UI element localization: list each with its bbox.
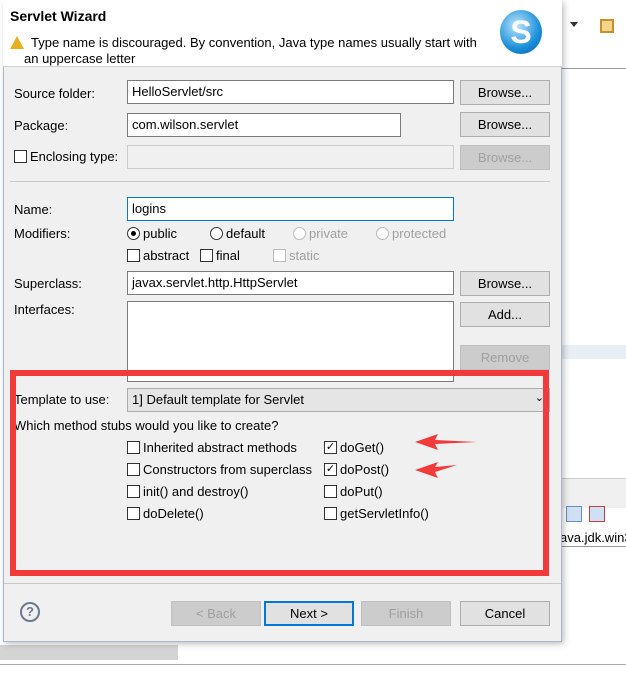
default-label: default [226,226,266,241]
package-label: Package: [14,118,69,133]
back-button[interactable]: < Back [171,601,261,626]
package-input[interactable]: com.wilson.servlet [127,113,401,137]
next-button[interactable]: Next > [264,601,354,626]
enclosing-type-label: Enclosing type: [30,149,119,164]
browse-source-folder-button[interactable]: Browse... [460,80,550,105]
public-label: public [143,226,177,241]
final-checkbox[interactable] [200,249,213,262]
ide-remove-icon[interactable] [589,506,605,522]
annotation-arrows [415,434,477,478]
interfaces-label: Interfaces: [14,302,75,317]
finish-button[interactable]: Finish [361,601,451,626]
warning-message-line2: an uppercase letter [24,51,136,66]
browse-superclass-button[interactable]: Browse... [460,271,550,296]
servlet-logo-icon: S [500,10,542,54]
public-radio[interactable] [127,227,140,240]
browse-enclosing-button[interactable]: Browse... [460,145,550,170]
final-label: final [216,248,240,263]
remove-interface-button[interactable]: Remove [460,345,550,370]
superclass-label: Superclass: [14,276,82,291]
protected-label: protected [392,226,447,241]
arrow-doget [415,434,477,450]
enclosing-type-input[interactable] [127,145,454,169]
static-label: static [289,248,320,263]
protected-radio[interactable] [376,227,389,240]
private-radio[interactable] [293,227,306,240]
warning-icon [10,36,24,49]
arrow-dopost [415,462,457,478]
console-text: ava.jdk.win3 [560,530,626,545]
cancel-button[interactable]: Cancel [460,601,550,626]
browse-package-button[interactable]: Browse... [460,112,550,137]
source-folder-label: Source folder: [14,86,95,101]
modifiers-label: Modifiers: [14,226,71,241]
abstract-label: abstract [143,248,190,263]
name-label: Name: [14,202,53,217]
abstract-checkbox[interactable] [127,249,140,262]
help-icon[interactable]: ? [20,602,40,622]
dialog-title: Servlet Wizard [10,8,107,24]
ide-panel-icon[interactable] [566,506,582,522]
enclosing-type-checkbox[interactable] [14,150,27,163]
default-radio[interactable] [210,227,223,240]
warning-message: Type name is discouraged. By convention,… [31,35,477,50]
superclass-input[interactable]: javax.servlet.http.HttpServlet [127,271,454,295]
name-input[interactable]: logins [127,197,454,221]
ide-toolbar-dropdown-icon[interactable] [570,22,578,27]
static-checkbox[interactable] [273,249,286,262]
source-folder-input[interactable]: HelloServlet/src [127,80,454,104]
ide-toolbar-icon[interactable] [600,19,614,33]
add-interface-button[interactable]: Add... [460,302,550,327]
private-label: private [309,226,349,241]
